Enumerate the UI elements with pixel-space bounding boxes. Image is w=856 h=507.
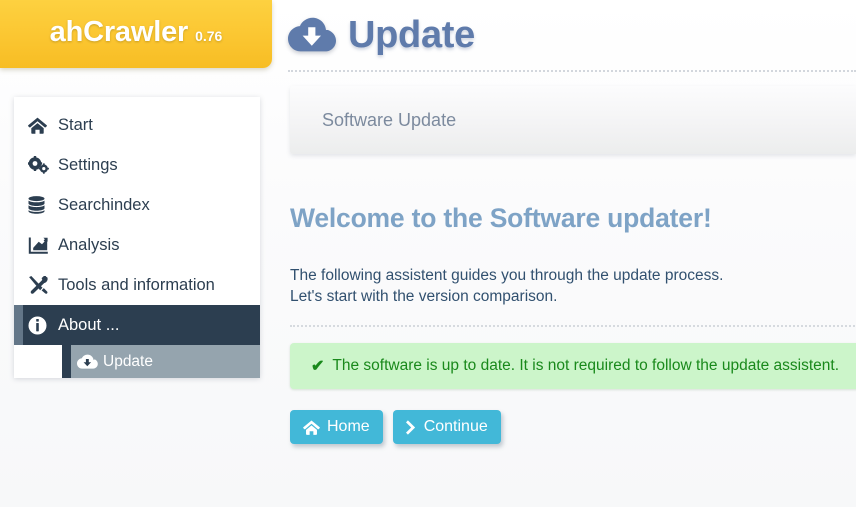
sidebar-item-about[interactable]: About ...: [14, 305, 260, 345]
sidebar-item-label: About ...: [58, 315, 120, 334]
sidebar-item-start[interactable]: Start: [14, 105, 260, 145]
brand-logo[interactable]: ahCrawler 0.76: [0, 0, 272, 68]
content-area: Update Software Update Welcome to the So…: [288, 0, 856, 507]
sidebar-item-label: Settings: [58, 155, 118, 174]
sidebar-item-tools[interactable]: Tools and information: [14, 265, 260, 305]
sidebar-item-searchindex[interactable]: Searchindex: [14, 185, 260, 225]
info-circle-icon: [28, 316, 54, 335]
check-icon: ✔: [311, 358, 325, 375]
sidebar-item-analysis[interactable]: Analysis: [14, 225, 260, 265]
brand-name: ahCrawler: [49, 15, 189, 48]
home-icon: [28, 117, 54, 134]
main-panel: Welcome to the Software updater! The fol…: [288, 154, 856, 444]
sidebar-item-label: Searchindex: [58, 195, 150, 214]
tabbar: Software Update: [290, 86, 856, 154]
intro-line-2: Let's start with the version comparison.: [290, 288, 558, 305]
database-icon: [28, 196, 54, 214]
cloud-download-icon: [288, 16, 336, 54]
sidebar-item-label: Analysis: [58, 235, 120, 254]
home-icon: [303, 420, 320, 435]
page-title: Update: [348, 13, 475, 56]
sidebar: ahCrawler 0.76 Start Settings Searchinde…: [0, 0, 272, 507]
sidebar-item-settings[interactable]: Settings: [14, 145, 260, 185]
app-window: ahCrawler 0.76 Start Settings Searchinde…: [0, 0, 856, 507]
continue-button-label: Continue: [423, 418, 488, 435]
status-alert-up-to-date: ✔ The software is up to date. It is not …: [290, 343, 856, 389]
intro-text: The following assistent guides you throu…: [290, 265, 856, 307]
divider: [290, 325, 856, 327]
tab-software-update[interactable]: Software Update: [322, 110, 456, 131]
sidebar-item-label: Start: [58, 115, 93, 134]
continue-button[interactable]: Continue: [392, 410, 501, 444]
intro-line-1: The following assistent guides you throu…: [290, 267, 724, 284]
button-row: Home Continue: [290, 410, 856, 444]
home-button-label: Home: [327, 418, 370, 435]
brand-version: 0.76: [195, 28, 223, 44]
home-button[interactable]: Home: [290, 410, 383, 444]
sidebar-subitem-update[interactable]: Update: [62, 345, 260, 378]
cogs-icon: [28, 156, 54, 174]
sidebar-subitem-label: Update: [103, 352, 153, 370]
sidebar-item-label: Tools and information: [58, 275, 215, 294]
chevron-right-icon: [405, 419, 417, 435]
chart-line-icon: [28, 237, 54, 254]
sidebar-menu: Start Settings Searchindex Analysis Tool…: [14, 97, 260, 378]
cloud-download-icon: [77, 354, 101, 370]
tools-icon: [28, 276, 54, 294]
status-alert-text: The software is up to date. It is not re…: [332, 357, 840, 374]
page-header: Update: [288, 0, 856, 72]
welcome-heading: Welcome to the Software updater!: [290, 203, 712, 233]
